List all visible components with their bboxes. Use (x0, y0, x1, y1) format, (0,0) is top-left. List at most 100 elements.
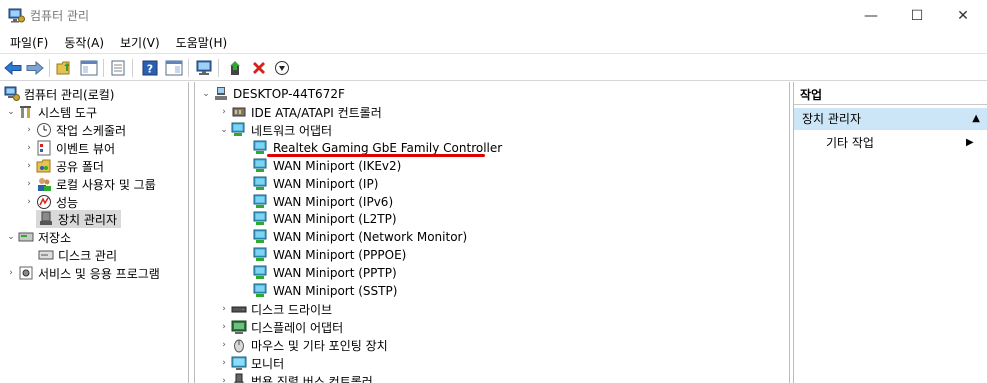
tree-item-performance[interactable]: › 성능 (24, 193, 78, 211)
storage-icon (18, 229, 34, 245)
device-category-usb[interactable]: › 범용 직렬 버스 컨트롤러 (219, 372, 373, 383)
submenu-arrow-icon[interactable]: ▶ (966, 134, 974, 152)
show-hide-tree-icon[interactable] (79, 58, 99, 78)
chevron-down-icon[interactable]: ⌄ (6, 228, 16, 246)
computer-icon (213, 86, 229, 102)
menu-file[interactable]: 파일(F) (4, 34, 54, 51)
device-category-mice[interactable]: › 마우스 및 기타 포인팅 장치 (219, 336, 388, 354)
enable-device-icon[interactable] (272, 58, 292, 78)
help-icon[interactable]: ? (140, 58, 160, 78)
tree-label: 작업 스케줄러 (56, 123, 127, 138)
tree-item-event-viewer[interactable]: › 이벤트 뷰어 (24, 139, 115, 157)
properties-page-icon[interactable] (108, 58, 128, 78)
red-highlight-underline (267, 154, 485, 157)
update-driver-icon[interactable] (226, 58, 246, 78)
tree-item-disk-management[interactable]: 디스크 관리 (38, 246, 117, 264)
scan-hardware-icon[interactable] (194, 58, 214, 78)
network-adapter-item[interactable]: WAN Miniport (IP) (253, 175, 378, 193)
tree-item-services[interactable]: › 서비스 및 응용 프로그램 (6, 264, 160, 282)
more-actions-item[interactable]: 기타 작업 (826, 134, 874, 152)
network-adapter-item[interactable]: WAN Miniport (IPv6) (253, 193, 393, 211)
tree-label: 디스크 드라이브 (251, 302, 333, 317)
device-category-ide[interactable]: › IDE ATA/ATAPI 컨트롤러 (219, 103, 382, 121)
toolbar: ? (0, 53, 987, 81)
chevron-down-icon[interactable]: ⌄ (201, 85, 211, 103)
menu-view[interactable]: 보기(V) (114, 34, 166, 51)
network-adapter-icon (253, 176, 269, 192)
forward-arrow-icon[interactable] (25, 58, 45, 78)
chevron-right-icon[interactable]: › (24, 193, 34, 211)
network-adapter-item[interactable]: WAN Miniport (PPPOE) (253, 246, 406, 264)
collapse-triangle-icon[interactable]: ▲ (972, 108, 980, 130)
network-adapter-icon (253, 265, 269, 281)
close-button[interactable]: ✕ (940, 0, 986, 31)
tree-label: WAN Miniport (SSTP) (273, 284, 398, 298)
network-adapter-icon (253, 229, 269, 245)
device-tree-root[interactable]: ⌄ DESKTOP-44T672F (201, 85, 345, 103)
chevron-right-icon[interactable]: › (24, 157, 34, 175)
chevron-right-icon[interactable]: › (219, 336, 229, 354)
chevron-right-icon[interactable]: › (24, 175, 34, 193)
tree-label: 범용 직렬 버스 컨트롤러 (251, 374, 373, 383)
tree-item-system-tools[interactable]: ⌄ 시스템 도구 (6, 103, 97, 121)
actions-section-device-manager[interactable]: 장치 관리자 ▲ (794, 108, 987, 130)
shared-folder-icon (36, 158, 52, 174)
network-adapter-item[interactable]: WAN Miniport (Network Monitor) (253, 228, 467, 246)
tree-item-device-manager[interactable]: 장치 관리자 (36, 210, 122, 228)
network-adapter-item[interactable]: WAN Miniport (PPTP) (253, 264, 397, 282)
network-adapter-item[interactable]: WAN Miniport (IKEv2) (253, 157, 401, 175)
chevron-down-icon[interactable]: ⌄ (6, 103, 16, 121)
chevron-right-icon[interactable]: › (24, 139, 34, 157)
chevron-right-icon[interactable]: › (6, 264, 16, 282)
tree-item-local-users[interactable]: › 로컬 사용자 및 그룹 (24, 175, 156, 193)
disk-management-icon (38, 247, 54, 263)
tree-label: 이벤트 뷰어 (56, 141, 116, 156)
chevron-right-icon[interactable]: › (24, 121, 34, 139)
tree-item-task-scheduler[interactable]: › 작업 스케줄러 (24, 121, 126, 139)
chevron-right-icon[interactable]: › (219, 372, 229, 383)
usb-controller-icon (231, 373, 247, 383)
tree-label: 시스템 도구 (38, 105, 98, 120)
device-manager-icon (38, 211, 54, 227)
tree-item-storage[interactable]: ⌄ 저장소 (6, 228, 71, 246)
chevron-right-icon[interactable]: › (219, 103, 229, 121)
network-adapter-icon (231, 122, 247, 138)
computer-management-icon (8, 8, 25, 23)
tree-item-root[interactable]: 컴퓨터 관리(로컬) (4, 85, 114, 103)
chevron-right-icon[interactable]: › (219, 300, 229, 318)
chevron-right-icon[interactable]: › (219, 354, 229, 372)
minimize-button[interactable]: — (848, 0, 894, 31)
tree-label: WAN Miniport (PPPOE) (273, 248, 407, 262)
chevron-down-icon[interactable]: ⌄ (219, 121, 229, 139)
uninstall-device-icon[interactable] (249, 58, 269, 78)
device-category-display-adapters[interactable]: › 디스플레이 어댑터 (219, 318, 343, 336)
back-arrow-icon[interactable] (3, 58, 23, 78)
up-folder-icon[interactable] (55, 58, 75, 78)
device-category-monitors[interactable]: › 모니터 (219, 354, 284, 372)
disk-drive-icon (231, 301, 247, 317)
menu-help[interactable]: 도움말(H) (170, 34, 234, 51)
network-adapter-icon (253, 247, 269, 263)
device-category-network-adapters[interactable]: ⌄ 네트워크 어댑터 (219, 121, 332, 139)
maximize-button[interactable]: ☐ (894, 0, 940, 31)
chevron-right-icon[interactable]: › (219, 318, 229, 336)
section-label: 장치 관리자 (802, 112, 862, 126)
console-view-icon[interactable] (164, 58, 184, 78)
menu-bar: 파일(F) 동작(A) 보기(V) 도움말(H) (0, 31, 987, 53)
performance-icon (36, 194, 52, 210)
network-adapter-item[interactable]: WAN Miniport (L2TP) (253, 210, 397, 228)
tree-item-shared-folders[interactable]: › 공유 폴더 (24, 157, 104, 175)
network-adapter-item[interactable]: WAN Miniport (SSTP) (253, 282, 397, 300)
menu-action[interactable]: 동작(A) (58, 34, 110, 51)
tree-label: 서비스 및 응용 프로그램 (38, 266, 160, 281)
tree-label: Realtek Gaming GbE Family Controller (273, 141, 503, 155)
services-icon (18, 265, 34, 281)
network-adapter-icon (253, 283, 269, 299)
clock-icon (36, 122, 52, 138)
tree-label: 성능 (56, 195, 79, 210)
tree-label: WAN Miniport (L2TP) (273, 212, 397, 226)
tree-label: 저장소 (38, 230, 72, 245)
svg-text:?: ? (147, 63, 153, 76)
device-category-disk-drives[interactable]: › 디스크 드라이브 (219, 300, 332, 318)
tools-icon (18, 104, 34, 120)
